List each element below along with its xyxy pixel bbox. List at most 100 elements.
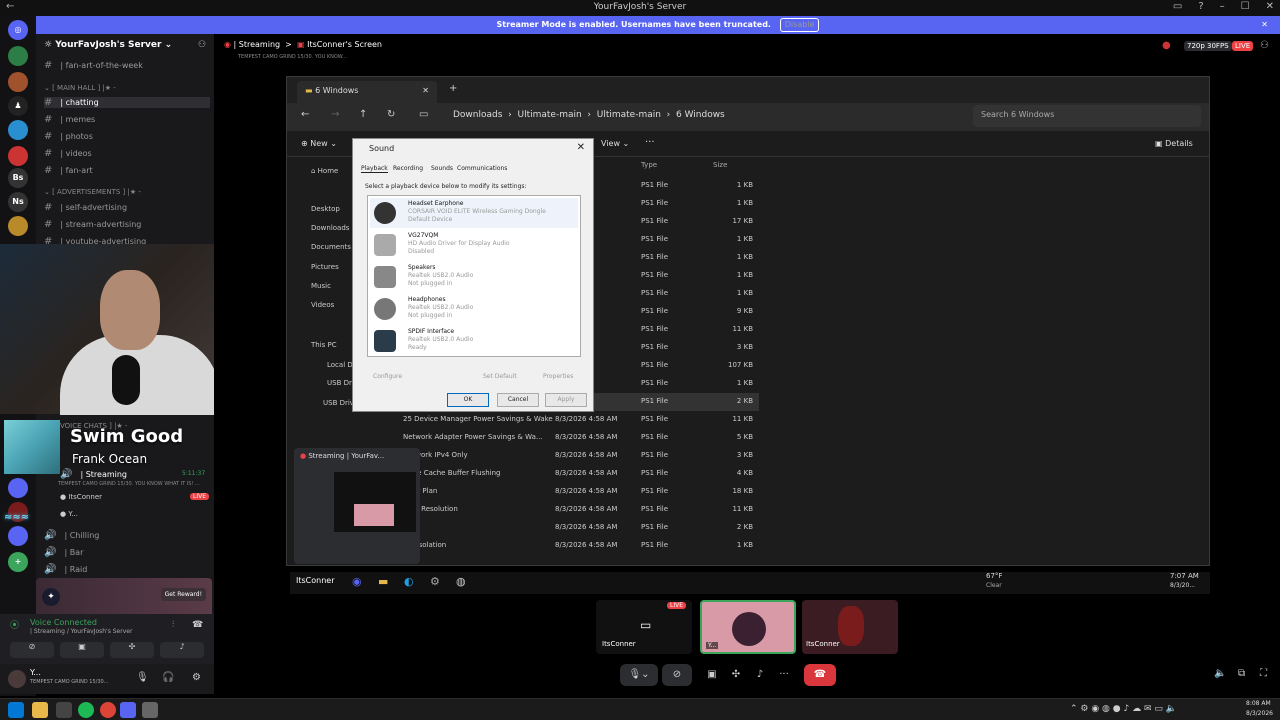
channel-self-advertising[interactable]: # | self-advertising	[44, 202, 127, 213]
file-row[interactable]: Write Cache Buffer Flushing 8/3/2026 4:58…	[387, 465, 759, 483]
settings-icon[interactable]: ⚙	[430, 575, 440, 588]
screen-share-button[interactable]: ▣	[60, 642, 104, 658]
guild-icon[interactable]	[8, 72, 28, 92]
inbox-icon[interactable]: ▭	[1173, 1, 1182, 12]
add-member-icon[interactable]: ⚇	[198, 40, 206, 50]
guild-icon[interactable]	[8, 478, 28, 498]
popout-preview[interactable]: ● Streaming | YourFav...	[294, 448, 420, 564]
apply-button[interactable]: Apply	[545, 393, 587, 407]
app-icon[interactable]: ◍	[456, 575, 466, 588]
file-row[interactable]: imer Resolution 8/3/2026 4:58 AM PS1 File 1…	[387, 501, 759, 519]
column-type[interactable]: Type	[641, 161, 657, 169]
nav-home[interactable]: ⌂ Home	[311, 167, 338, 175]
tab-sounds[interactable]: Sounds	[431, 165, 453, 172]
more-icon[interactable]: ···	[645, 137, 655, 148]
file-row[interactable]: Network Adapter Power Savings & Wa... 8/3…	[387, 429, 759, 447]
crumb-6-windows[interactable]: 6 Windows	[676, 110, 725, 120]
channel-photos[interactable]: # | photos	[44, 131, 93, 142]
taskbar-item-itsconner[interactable]: ItsConner	[296, 576, 335, 585]
nav-music[interactable]: Music	[311, 282, 331, 290]
voice-channel-bar[interactable]: 🔊 | Bar	[44, 547, 83, 558]
app-icon[interactable]	[56, 702, 72, 718]
file-row[interactable]: Network IPv4 Only 8/3/2026 4:58 AM PS1 Fil…	[387, 447, 759, 465]
minimize-icon[interactable]: –	[1220, 1, 1225, 12]
discord-home-icon[interactable]: ◎	[8, 20, 28, 40]
discord-icon[interactable]	[120, 702, 136, 718]
chrome-icon[interactable]	[100, 702, 116, 718]
file-row[interactable]: ore Isolation 8/3/2026 4:58 AM PS1 File 1 K…	[387, 537, 759, 555]
activities-button[interactable]: ✣	[726, 664, 746, 686]
mute-button[interactable]: 🎙⌄	[620, 664, 658, 686]
nav-documents[interactable]: Documents	[311, 243, 351, 251]
properties-button[interactable]: Properties	[543, 373, 573, 380]
start-icon[interactable]	[8, 702, 24, 718]
voice-status[interactable]: Voice Connected	[30, 618, 97, 627]
configure-button[interactable]: Configure	[373, 373, 402, 380]
volume-icon[interactable]: 🔈	[1214, 668, 1226, 679]
more-options-icon[interactable]: ···	[774, 664, 794, 686]
channel-videos[interactable]: # | videos	[44, 148, 92, 159]
device-spdif[interactable]: SPDIF Interface Realtek USB2.0 Audio Ready	[370, 326, 578, 356]
file-explorer-icon[interactable]	[32, 702, 48, 718]
file-row[interactable]: ower Plan 8/3/2026 4:58 AM PS1 File 18 KB	[387, 483, 759, 501]
noise-suppression-icon[interactable]: ⫶	[172, 620, 174, 630]
tab-playback[interactable]: Playback	[361, 165, 388, 173]
device-speakers[interactable]: Speakers Realtek USB2.0 Audio Not plugged …	[370, 262, 578, 292]
fullscreen-icon[interactable]: ⛶	[1260, 668, 1267, 679]
view-button[interactable]: View ⌄	[601, 139, 629, 148]
maximize-icon[interactable]: ☐	[1241, 1, 1250, 12]
channel-fan-art[interactable]: # | fan-art	[44, 165, 93, 176]
back-icon[interactable]: ←	[301, 109, 309, 120]
explorer-tab[interactable]: ▬ 6 Windows ✕	[297, 81, 437, 103]
settings-icon[interactable]: ⚙	[192, 672, 201, 683]
details-button[interactable]: ▣ Details	[1155, 139, 1193, 148]
voice-user-itsconner[interactable]: ● ItsConner	[60, 493, 102, 501]
settings-icon[interactable]	[142, 702, 158, 718]
soundboard-button[interactable]: ♪	[750, 664, 770, 686]
nav-desktop[interactable]: Desktop	[311, 205, 340, 213]
column-size[interactable]: Size	[713, 161, 727, 169]
folder-icon[interactable]: ▬	[378, 575, 388, 588]
crumb-ultimate-main-2[interactable]: Ultimate-main	[597, 110, 661, 120]
category-main-hall[interactable]: ⌄ [ MAIN HALL ] |★ -	[44, 84, 116, 92]
popout-icon[interactable]: ⧉	[1238, 668, 1245, 679]
guild-ns[interactable]: Ns	[8, 192, 28, 212]
explorer-search-input[interactable]: Search 6 Windows	[973, 105, 1201, 127]
disconnect-button[interactable]: ☎	[804, 664, 836, 686]
cancel-button[interactable]: Cancel	[497, 393, 539, 407]
voice-channel-streaming[interactable]: 🔊 | Streaming	[60, 469, 127, 480]
edge-icon[interactable]: ◐	[404, 575, 414, 588]
device-headphones[interactable]: Headphones Realtek USB2.0 Audio Not plugge…	[370, 294, 578, 324]
disconnect-icon[interactable]: ☎	[192, 620, 203, 630]
add-server-icon[interactable]: +	[8, 552, 28, 572]
user-avatar[interactable]	[8, 670, 26, 688]
voice-channel-raid[interactable]: 🔊 | Raid	[44, 564, 87, 575]
voice-channel-chilling[interactable]: 🔊 | Chilling	[44, 530, 99, 541]
tile-y[interactable]: Y...	[700, 600, 796, 654]
tab-recording[interactable]: Recording	[393, 165, 423, 172]
refresh-icon[interactable]: ↻	[387, 109, 395, 120]
headphones-icon[interactable]: 🎧	[162, 672, 174, 683]
discord-icon[interactable]: ◉	[352, 575, 362, 588]
voice-user-y[interactable]: ● Y...	[60, 510, 78, 518]
close-banner-icon[interactable]: ✕	[1261, 16, 1268, 34]
mic-icon[interactable]: 🎙	[136, 672, 149, 683]
guild-icon[interactable]	[8, 120, 28, 140]
crumb-downloads[interactable]: Downloads	[453, 110, 502, 120]
crumb-ultimate-main[interactable]: Ultimate-main	[517, 110, 581, 120]
server-name[interactable]: ☼ YourFavJosh's Server ⌄	[44, 40, 172, 50]
guild-icon[interactable]	[8, 46, 28, 66]
tile-itsconner[interactable]: ItsConner	[802, 600, 898, 654]
new-button[interactable]: ⊕ New ⌄	[301, 139, 337, 148]
member-list-icon[interactable]: ⚇	[1260, 40, 1269, 51]
close-icon[interactable]: ✕	[1266, 1, 1274, 12]
set-default-button[interactable]: Set Default	[483, 373, 517, 380]
tray-icons[interactable]: ⌃ ⚙ ◉ ◍ ● ♪ ☁ ✉ ▭ 🔈	[1070, 704, 1177, 714]
guild-icon[interactable]: ♟	[8, 96, 28, 116]
soundboard-button[interactable]: ♪	[160, 642, 204, 658]
file-row[interactable]: 25 Device Manager Power Savings & Wake 8/…	[387, 411, 759, 429]
close-icon[interactable]: ✕	[577, 142, 585, 153]
camera-button[interactable]: ⊘	[662, 664, 692, 686]
category-advertisements[interactable]: ⌄ [ ADVERTISEMENTS ] |★ -	[44, 188, 141, 196]
device-headset-earphone[interactable]: Headset Earphone CORSAIR VOID ELITE Wirel…	[370, 198, 578, 228]
